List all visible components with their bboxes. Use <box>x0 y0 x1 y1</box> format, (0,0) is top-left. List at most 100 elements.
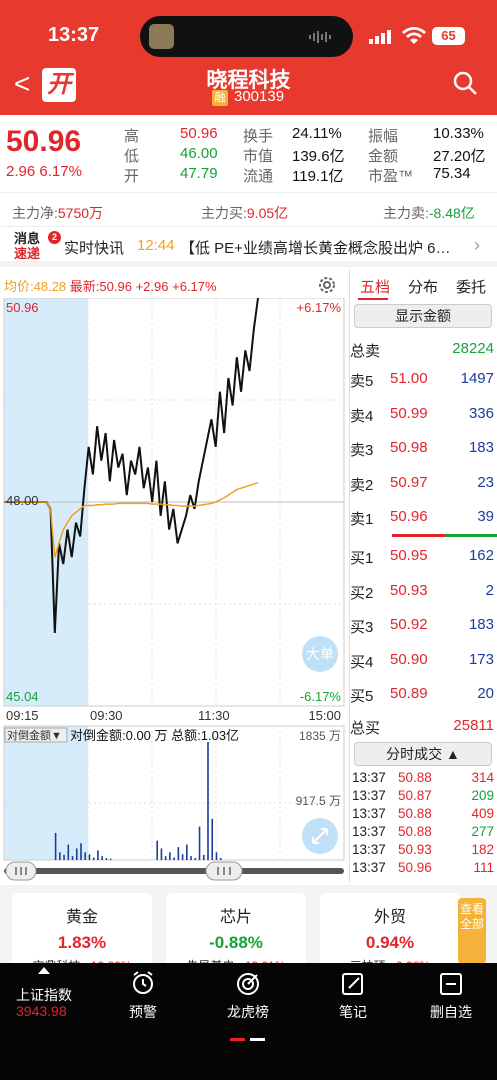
level-label: 买2 <box>350 584 374 602</box>
quote-label: 振幅 <box>368 128 399 145</box>
level-volume: 336 <box>468 404 494 422</box>
trade-volume: 277 <box>471 824 494 839</box>
buy-level-row[interactable]: 买4 50.90 173 <box>350 649 497 671</box>
volume-bar <box>211 818 214 860</box>
volume-pre-shade <box>4 726 88 860</box>
dragon-tiger-button[interactable]: 龙虎榜 <box>203 963 293 1022</box>
caret-up-icon[interactable] <box>38 967 50 974</box>
total-sell-row[interactable]: 总卖 28224 <box>350 338 497 360</box>
pct-top-label: +6.17% <box>297 300 342 315</box>
sell-level-row[interactable]: 卖5 51.00 1497 <box>350 368 497 390</box>
buy-level-row[interactable]: 买3 50.92 183 <box>350 614 497 636</box>
chart-info: 均价:48.28 最新:50.96 +2.96 +6.17% <box>4 279 217 294</box>
level-volume: 173 <box>468 650 494 668</box>
media-thumbnail <box>149 24 174 49</box>
quote-value: 27.20亿 <box>433 148 486 165</box>
view-all-button[interactable]: 查看全部 <box>458 898 486 964</box>
sector-card[interactable]: 芯片-0.88%先导基电 +10.01% <box>166 893 306 973</box>
quote-value: 46.00 <box>180 145 218 162</box>
sector-cards: 黄金1.83%宝鼎科技 +10.00%芯片-0.88%先导基电 +10.01%外… <box>0 885 497 973</box>
trade-time: 13:37 <box>352 770 386 785</box>
sell-level-row[interactable]: 卖3 50.98 183 <box>350 437 497 459</box>
intraday-chart[interactable]: 均价:48.28 最新:50.96 +2.96 +6.17% 50.96 48.0… <box>0 270 348 882</box>
show-amount-button[interactable]: 显示金额 <box>354 304 492 328</box>
target-icon <box>237 973 259 995</box>
quote-label: 市盈™ <box>368 168 414 185</box>
level-label: 卖2 <box>350 476 374 494</box>
level-volume: 23 <box>477 473 494 491</box>
page-indicator <box>230 1038 265 1041</box>
chart-canvas: 50.96 48.00 45.04 +6.17% -6.17% 09:15 09:30 11:… <box>3 298 345 861</box>
chevron-right-icon[interactable]: › <box>474 235 480 256</box>
news-badge: 消息 速递 2 <box>14 231 61 261</box>
net-flow: 主力净:5750万 <box>12 205 104 221</box>
trade-time: 13:37 <box>352 824 386 839</box>
volume-selector: 对倒金额▼ <box>7 728 62 742</box>
buy-level-row[interactable]: 买1 50.95 162 <box>350 545 497 567</box>
signal-icon <box>369 30 391 44</box>
status-bar: 13:37 65 <box>0 0 497 60</box>
tab-orders[interactable]: 委托 <box>456 276 486 297</box>
trade-row: 13:37 50.93 182 <box>350 842 497 860</box>
index-name[interactable]: 上证指数 <box>16 985 72 1005</box>
quote-value: 47.79 <box>180 165 218 182</box>
index-value: 3943.98 <box>16 1003 67 1019</box>
news-ticker[interactable]: 消息 速递 2 实时快讯 12:44 【低 PE+业绩高增长黄金概念股出炉 6… › <box>0 227 497 267</box>
trade-row: 13:37 50.88 409 <box>350 806 497 824</box>
quote-panel: 50.96 2.96 6.17% 高 50.96 换手 24.11% 振幅 10.33% 低… <box>0 115 497 193</box>
notes-button[interactable]: 笔记 <box>308 963 398 1022</box>
trade-row: 13:37 50.88 277 <box>350 824 497 842</box>
wifi-icon <box>402 27 426 44</box>
volume-bar <box>198 826 201 860</box>
sell-level-row[interactable]: 卖2 50.97 23 <box>350 472 497 494</box>
dynamic-island[interactable] <box>140 16 353 57</box>
buy-level-row[interactable]: 买2 50.93 2 <box>350 580 497 602</box>
news-label: 实时快讯 <box>64 240 125 257</box>
chart-scrollbar[interactable] <box>0 858 348 886</box>
level-label: 买1 <box>350 550 374 567</box>
sector-card[interactable]: 外贸0.94%三柏硕 +9.98% <box>320 893 460 973</box>
alert-button[interactable]: 预警 <box>98 963 188 1022</box>
news-headline[interactable]: 【低 PE+业绩高增长黄金概念股出炉 6… <box>180 237 465 258</box>
level-price: 50.89 <box>390 685 428 702</box>
sector-card[interactable]: 黄金1.83%宝鼎科技 +10.00% <box>12 893 152 973</box>
gear-icon[interactable] <box>316 274 338 296</box>
quote-value: 10.33% <box>433 125 484 142</box>
margin-badge: 融 <box>212 90 228 106</box>
edit-icon <box>342 973 363 995</box>
trade-time: 13:37 <box>352 806 386 821</box>
trade-row: 13:37 50.88 314 <box>350 770 497 788</box>
buy-level-row[interactable]: 买5 50.89 20 <box>350 683 497 705</box>
trade-row: 13:37 50.96 111 <box>350 860 497 878</box>
trade-volume: 409 <box>471 806 494 821</box>
level-volume: 1497 <box>460 370 494 387</box>
trades-toggle-button[interactable]: 分时成交 ▲ <box>354 742 492 766</box>
tab-five-levels[interactable]: 五档 <box>360 276 390 297</box>
sell-level-row[interactable]: 卖1 50.96 39 <box>350 506 497 528</box>
trade-price: 50.96 <box>398 860 432 875</box>
trade-row: 13:37 50.87 209 <box>350 788 497 806</box>
buy-flow: 主力买:9.05亿 <box>201 205 289 221</box>
depth-tabs: 五档 分布 委托 <box>350 270 497 300</box>
total-buy-row[interactable]: 总买 25811 <box>350 715 497 737</box>
level-volume: 2 <box>485 581 494 599</box>
level-volume: 162 <box>468 547 494 564</box>
level-price: 50.98 <box>390 439 428 456</box>
quote-label: 开 <box>124 168 140 185</box>
search-icon[interactable] <box>452 70 478 96</box>
tab-distribution[interactable]: 分布 <box>408 276 438 297</box>
level-price: 50.92 <box>390 616 428 633</box>
quote-label: 换手 <box>243 128 274 145</box>
quote-value: 50.96 <box>180 125 218 142</box>
level-price: 50.99 <box>390 404 428 422</box>
remove-watchlist-button[interactable]: 删自选 <box>406 963 496 1022</box>
level-volume: 183 <box>468 439 494 456</box>
trade-volume: 111 <box>473 860 494 875</box>
quote-label: 高 <box>124 128 140 145</box>
trade-volume: 314 <box>471 770 494 785</box>
level-label: 卖3 <box>350 442 374 459</box>
y-axis-top-label: 50.96 <box>6 300 39 315</box>
quote-label: 市值 <box>243 148 274 165</box>
y-axis-mid-label: 48.00 <box>6 493 39 508</box>
sell-level-row[interactable]: 卖4 50.99 336 <box>350 403 497 425</box>
